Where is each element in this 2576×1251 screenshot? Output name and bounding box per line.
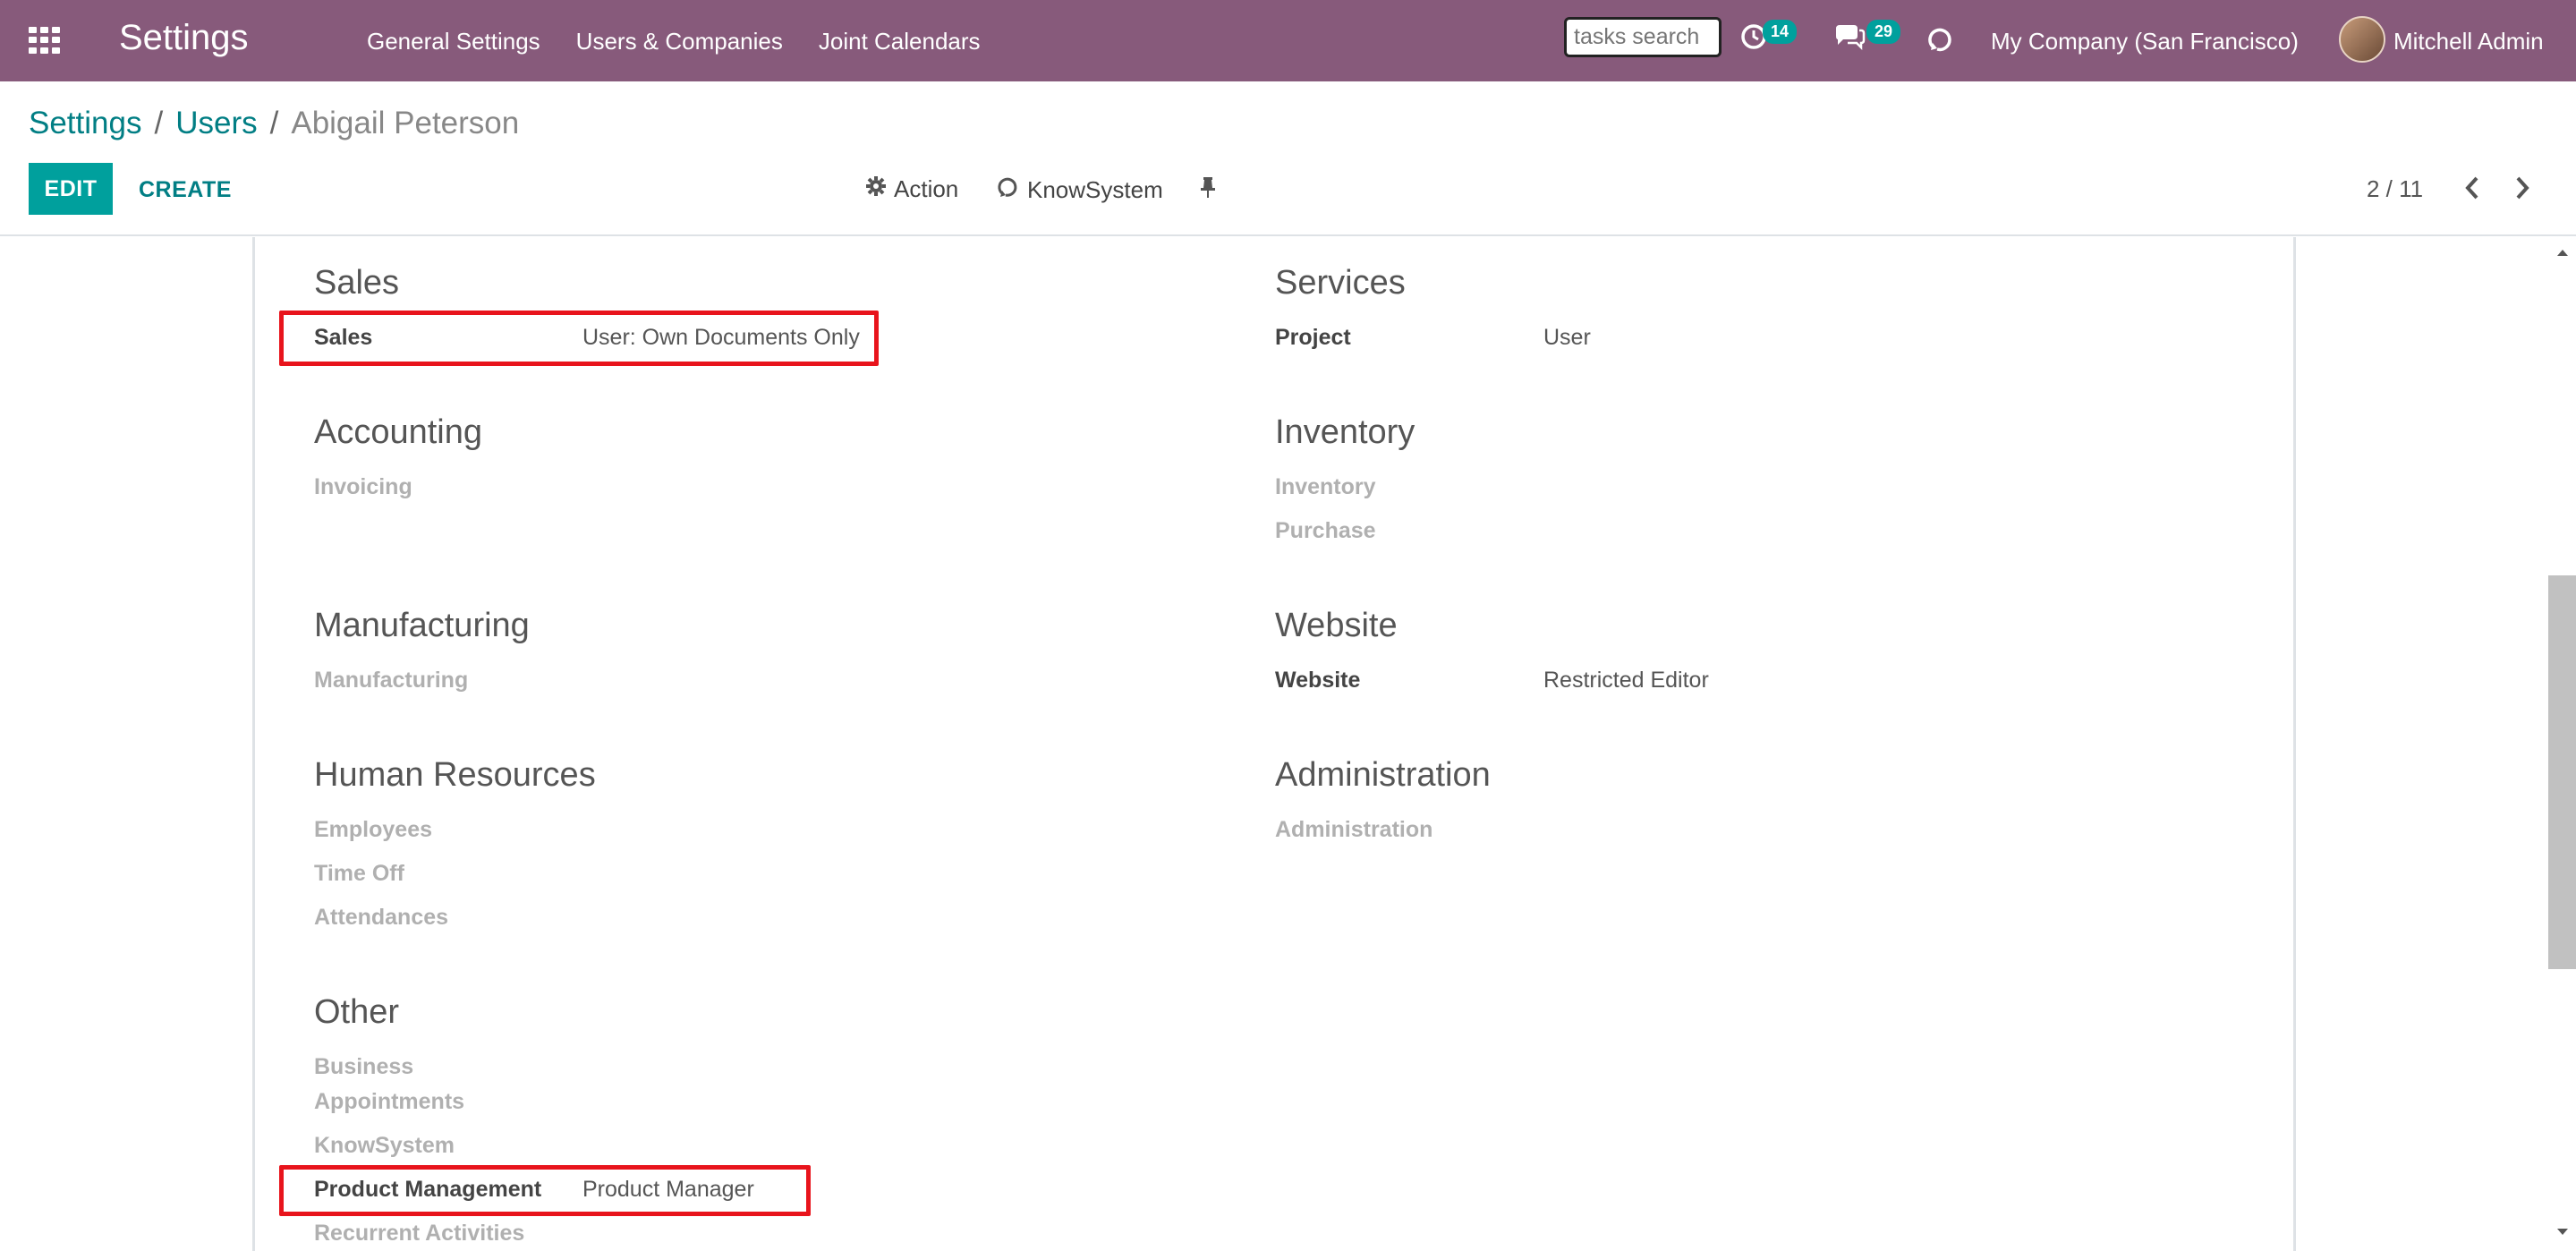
edit-button[interactable]: EDIT <box>29 163 113 215</box>
field-label-business: Business <box>314 1054 414 1079</box>
group-title-other: Other <box>314 993 400 1031</box>
breadcrumb-current-record: Abigail Peterson <box>291 106 520 140</box>
field-label-time-off: Time Off <box>314 861 404 886</box>
field-label-product-management: Product Management <box>314 1177 542 1202</box>
field-value-project[interactable]: User <box>1543 325 1591 351</box>
pin-icon[interactable] <box>1199 175 1217 199</box>
user-menu[interactable]: Mitchell Admin <box>2393 28 2544 55</box>
field-value-website[interactable]: Restricted Editor <box>1543 668 1709 694</box>
breadcrumb-separator: / <box>269 106 279 140</box>
scroll-down-arrow-icon[interactable] <box>2555 1226 2570 1242</box>
field-label-manufacturing: Manufacturing <box>314 668 469 693</box>
message-count-badge: 29 <box>1866 20 1901 44</box>
knowsystem-label: KnowSystem <box>1027 176 1163 203</box>
gear-icon <box>865 175 887 203</box>
vertical-scrollbar[interactable] <box>2548 237 2576 1251</box>
field-label-website: Website <box>1275 668 1361 693</box>
field-label-purchase: Purchase <box>1275 518 1376 543</box>
group-title-administration: Administration <box>1275 756 1491 794</box>
pager-previous-icon[interactable] <box>2462 174 2482 206</box>
group-title-human-resources: Human Resources <box>314 756 596 794</box>
breadcrumb: Settings / Users / Abigail Peterson <box>29 106 519 141</box>
tasks-search-input[interactable] <box>1564 17 1722 57</box>
scrollbar-thumb[interactable] <box>2548 575 2576 969</box>
apps-menu-icon[interactable] <box>29 27 61 54</box>
menu-joint-calendars[interactable]: Joint Calendars <box>819 28 981 55</box>
field-value-sales[interactable]: User: Own Documents Only <box>582 325 860 351</box>
field-label-sales: Sales <box>314 325 373 350</box>
field-label-knowsystem: KnowSystem <box>314 1133 455 1158</box>
form-content: Sales Sales User: Own Documents Only Ser… <box>0 237 2576 1251</box>
field-label-administration: Administration <box>1275 817 1433 842</box>
group-title-sales: Sales <box>314 264 400 302</box>
main-menu: General Settings Users & Companies Joint… <box>367 28 981 55</box>
knowsystem-refresh-icon[interactable] <box>1926 23 1956 58</box>
menu-users-companies[interactable]: Users & Companies <box>576 28 783 55</box>
knowsystem-icon <box>997 175 1020 205</box>
pager-value[interactable]: 2 / 11 <box>2367 175 2423 203</box>
menu-general-settings[interactable]: General Settings <box>367 28 540 55</box>
field-label-appointments: Appointments <box>314 1089 465 1114</box>
group-title-services: Services <box>1275 264 1406 302</box>
field-label-inventory: Inventory <box>1275 474 1376 499</box>
create-button[interactable]: CREATE <box>139 177 232 203</box>
app-title: Settings <box>119 18 249 57</box>
top-navbar: Settings General Settings Users & Compan… <box>0 0 2576 81</box>
scroll-up-arrow-icon[interactable] <box>2555 246 2570 262</box>
company-switcher[interactable]: My Company (San Francisco) <box>1991 28 2299 55</box>
action-label: Action <box>894 175 959 202</box>
field-value-product-management[interactable]: Product Manager <box>582 1177 754 1203</box>
knowsystem-button[interactable]: KnowSystem <box>997 175 1163 205</box>
field-label-recurrent-activities: Recurrent Activities <box>314 1221 525 1246</box>
group-title-manufacturing: Manufacturing <box>314 607 530 644</box>
breadcrumb-users[interactable]: Users <box>175 106 257 141</box>
group-title-inventory: Inventory <box>1275 413 1416 451</box>
breadcrumb-separator: / <box>154 106 164 140</box>
activity-count-badge: 14 <box>1763 20 1798 44</box>
control-panel: Settings / Users / Abigail Peterson EDIT… <box>0 81 2576 236</box>
user-avatar[interactable] <box>2339 16 2385 63</box>
pager-next-icon[interactable] <box>2512 174 2532 206</box>
field-label-attendances: Attendances <box>314 905 449 930</box>
field-label-employees: Employees <box>314 817 433 842</box>
group-title-website: Website <box>1275 607 1398 644</box>
field-label-invoicing: Invoicing <box>314 474 412 499</box>
action-menu-button[interactable]: Action <box>865 175 958 203</box>
breadcrumb-settings[interactable]: Settings <box>29 106 141 141</box>
form-sheet: Sales Sales User: Own Documents Only Ser… <box>252 237 2296 1251</box>
field-label-project: Project <box>1275 325 1351 350</box>
group-title-accounting: Accounting <box>314 413 483 451</box>
messages-chat-icon[interactable] <box>1832 21 1866 56</box>
